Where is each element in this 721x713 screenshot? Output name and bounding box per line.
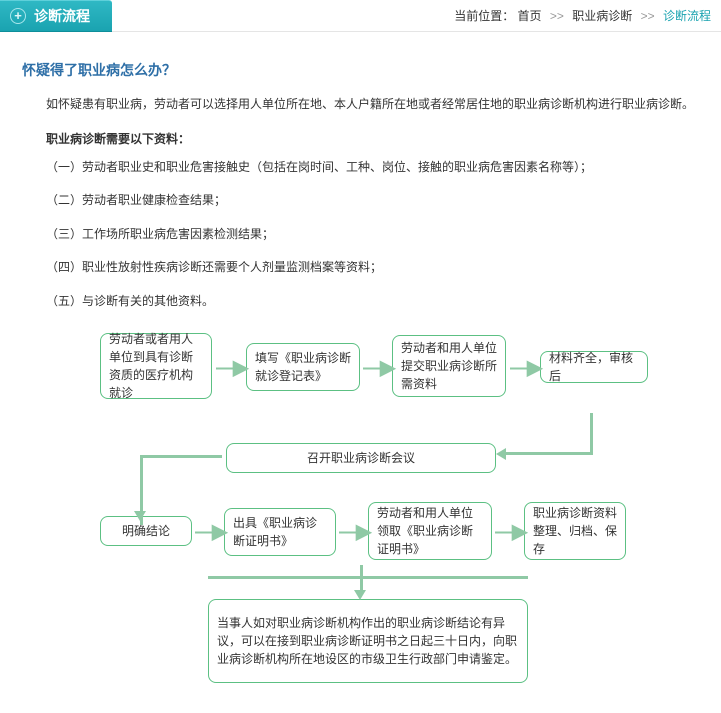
- article-question-title: 怀疑得了职业病怎么办？: [22, 60, 699, 80]
- breadcrumb-home-link[interactable]: 首页: [518, 9, 542, 23]
- material-item: （二）劳动者职业健康检查结果；: [46, 190, 699, 212]
- connector-elbow: [505, 452, 593, 455]
- breadcrumb-label: 当前位置：: [454, 9, 514, 23]
- flow-node-review: 材料齐全，审核后: [540, 351, 648, 383]
- flow-node-certificate: 出具《职业病诊断证明书》: [224, 508, 336, 556]
- connector-line: [208, 576, 528, 579]
- material-item: （一）劳动者职业史和职业危害接触史（包括在岗时间、工种、岗位、接触的职业病危害因…: [46, 157, 699, 179]
- connector-elbow: [140, 455, 222, 458]
- connector-elbow: [505, 413, 593, 455]
- flow-node-start: 劳动者或者用人单位到具有诊断资质的医疗机构就诊: [100, 333, 212, 399]
- arrow-right-icon: —▶: [363, 355, 392, 380]
- connector-elbow: [140, 455, 222, 525]
- plus-icon: +: [10, 8, 26, 24]
- material-item: （五）与诊断有关的其他资料。: [46, 291, 699, 313]
- breadcrumb: 当前位置： 首页 >> 职业病诊断 >> 诊断流程: [454, 7, 721, 24]
- breadcrumb-sep-icon: >>: [550, 9, 564, 23]
- arrow-right-icon: —▶: [339, 519, 368, 544]
- material-item: （四）职业性放射性疾病诊断还需要个人剂量监测档案等资料；: [46, 257, 699, 279]
- article-body: 怀疑得了职业病怎么办？ 如怀疑患有职业病，劳动者可以选择用人单位所在地、本人户籍…: [0, 32, 721, 713]
- page-tab-title: 诊断流程: [34, 0, 90, 32]
- breadcrumb-category-link[interactable]: 职业病诊断: [572, 9, 632, 23]
- flow-node-receive: 劳动者和用人单位领取《职业病诊断证明书》: [368, 502, 492, 560]
- flow-node-archive: 职业病诊断资料整理、归档、保存: [524, 502, 626, 560]
- flow-node-appeal: 当事人如对职业病诊断机构作出的职业病诊断结论有异议，可以在接到职业病诊断证明书之…: [208, 599, 528, 683]
- arrowhead-left-icon: [496, 448, 506, 460]
- article-intro: 如怀疑患有职业病，劳动者可以选择用人单位所在地、本人户籍所在地或者经常居住地的职…: [46, 94, 699, 116]
- page-tab: + 诊断流程: [0, 0, 112, 32]
- flow-node-register: 填写《职业病诊断就诊登记表》: [246, 343, 360, 391]
- breadcrumb-sep-icon: >>: [641, 9, 655, 23]
- breadcrumb-current: 诊断流程: [663, 9, 711, 23]
- material-item: （三）工作场所职业病危害因素检测结果；: [46, 224, 699, 246]
- header-bar: + 诊断流程 当前位置： 首页 >> 职业病诊断 >> 诊断流程: [0, 0, 721, 32]
- arrowhead-down-icon: [134, 511, 146, 521]
- flow-diagram: 劳动者或者用人单位到具有诊断资质的医疗机构就诊 填写《职业病诊断就诊登记表》 劳…: [22, 333, 702, 703]
- flow-node-submit: 劳动者和用人单位提交职业病诊断所需资料: [392, 335, 506, 397]
- materials-title: 职业病诊断需要以下资料：: [46, 130, 699, 147]
- flow-node-meeting: 召开职业病诊断会议: [226, 443, 496, 473]
- arrowhead-down-icon: [354, 590, 366, 600]
- arrow-right-icon: —▶: [216, 355, 245, 380]
- arrow-right-icon: —▶: [495, 519, 524, 544]
- arrow-right-icon: —▶: [510, 355, 539, 380]
- arrow-right-icon: —▶: [195, 519, 224, 544]
